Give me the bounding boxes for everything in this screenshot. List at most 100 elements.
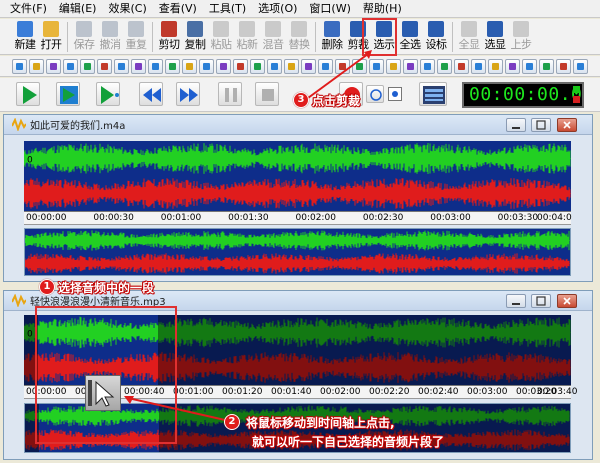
effect-tool-icon[interactable] xyxy=(437,58,452,74)
effect-tool-icon[interactable] xyxy=(420,58,435,74)
effect-tool-icon[interactable] xyxy=(488,58,503,74)
effect-tool-icon[interactable] xyxy=(29,58,44,74)
effect-tool-icon[interactable] xyxy=(556,58,571,74)
toolbar-button[interactable]: 重复 xyxy=(123,19,149,54)
effect-tool-icon[interactable] xyxy=(471,58,486,74)
effect-tool-icon[interactable] xyxy=(114,58,129,74)
toolbar-button-label: 混音 xyxy=(262,38,285,51)
effect-tool-icon[interactable] xyxy=(182,58,197,74)
toolbar-button[interactable]: 全显 xyxy=(456,19,482,54)
menu-item[interactable]: 窗口(W) xyxy=(303,0,356,18)
effect-tool-icon[interactable] xyxy=(63,58,78,74)
effect-tool-icon[interactable] xyxy=(539,58,554,74)
window-title-bar[interactable]: 如此可爱的我们.m4a xyxy=(4,115,592,135)
play-from-cursor-icon xyxy=(101,86,119,104)
timeline-tick-label: 00:00:00 xyxy=(26,213,67,223)
effect-glyph-icon xyxy=(118,62,125,70)
audio-window-1: 如此可爱的我们.m4a 0 00:00:00 00:00:30 00:01:00 00… xyxy=(3,114,593,282)
effect-tool-icon[interactable] xyxy=(165,58,180,74)
menu-item[interactable]: 文件(F) xyxy=(4,0,53,18)
toolbar-button[interactable]: 全选 xyxy=(397,19,423,54)
menu-item[interactable]: 编辑(E) xyxy=(53,0,103,18)
toolbar-button[interactable]: 混音 xyxy=(260,19,286,54)
toolbar-button-label: 粘贴 xyxy=(210,38,233,51)
effect-glyph-icon xyxy=(186,62,193,70)
toolbar-button[interactable]: 设标 xyxy=(423,19,449,54)
effect-tool-icon[interactable] xyxy=(233,58,248,74)
timeline-tick-label: 00:02:00 xyxy=(320,387,361,397)
overview-graph xyxy=(25,229,570,275)
timeline-1[interactable]: 00:00:00 00:00:30 00:01:00 00:01:30 00:02:00… xyxy=(24,211,572,225)
waveform-main-1[interactable]: 0 xyxy=(24,141,571,211)
effect-glyph-icon xyxy=(220,62,227,70)
effect-tool-icon[interactable] xyxy=(199,58,214,74)
menu-item[interactable]: 工具(T) xyxy=(203,0,252,18)
effect-glyph-icon xyxy=(271,62,278,70)
effect-tool-icon[interactable] xyxy=(284,58,299,74)
toolbar-button-label: 新建 xyxy=(14,38,37,51)
effect-glyph-icon xyxy=(441,62,448,70)
toolbar-button[interactable]: 粘贴 xyxy=(208,19,234,54)
toolbar-button[interactable]: 新建 xyxy=(12,19,38,54)
play-button[interactable] xyxy=(16,82,40,106)
maximize-button[interactable] xyxy=(531,294,551,308)
stop-button[interactable] xyxy=(255,82,279,106)
spectrum-view-button[interactable] xyxy=(419,82,447,106)
rewind-button[interactable] xyxy=(139,82,163,106)
effect-glyph-icon xyxy=(254,62,261,70)
effect-tool-icon[interactable] xyxy=(573,58,588,74)
effect-glyph-icon xyxy=(84,62,91,70)
effect-tool-icon[interactable] xyxy=(46,58,61,74)
toolbar-button[interactable]: 保存 xyxy=(71,19,97,54)
toolbar-button[interactable]: 打开 xyxy=(38,19,64,54)
toolbar-button[interactable]: 复制 xyxy=(182,19,208,54)
effect-tool-icon[interactable] xyxy=(80,58,95,74)
toolbar-button[interactable]: 粘新 xyxy=(234,19,260,54)
menu-item[interactable]: 帮助(H) xyxy=(357,0,408,18)
effect-tool-icon[interactable] xyxy=(97,58,112,74)
waveform-overview-1[interactable] xyxy=(24,228,571,276)
effect-tool-icon[interactable] xyxy=(454,58,469,74)
toolbar-button-label: 保存 xyxy=(73,38,96,51)
channel-zero-label: 0 xyxy=(27,330,33,340)
effect-tool-icon[interactable] xyxy=(250,58,265,74)
toolbar-button[interactable]: 选显 xyxy=(482,19,508,54)
effect-glyph-icon xyxy=(560,62,567,70)
effect-glyph-icon xyxy=(50,62,57,70)
close-button[interactable] xyxy=(557,118,577,132)
menu-item[interactable]: 选项(O) xyxy=(252,0,303,18)
effect-tool-icon[interactable] xyxy=(386,58,401,74)
effect-tool-icon[interactable] xyxy=(267,58,282,74)
minimize-icon xyxy=(512,127,520,129)
play-to-end-button[interactable] xyxy=(56,82,80,106)
window-title: 如此可爱的我们.m4a xyxy=(30,121,126,132)
replace-icon xyxy=(291,21,307,37)
play-from-cursor-button[interactable] xyxy=(96,82,120,106)
loop-checkbox[interactable] xyxy=(388,87,402,101)
toolbar-button[interactable]: 撤消 xyxy=(97,19,123,54)
minimize-button[interactable] xyxy=(506,118,526,132)
effect-tool-icon[interactable] xyxy=(148,58,163,74)
effect-tool-icon[interactable] xyxy=(505,58,520,74)
effect-tool-icon[interactable] xyxy=(403,58,418,74)
effect-glyph-icon xyxy=(492,62,499,70)
toolbar-button-label: 全显 xyxy=(458,38,481,51)
effect-tool-icon[interactable] xyxy=(12,58,27,74)
effect-glyph-icon xyxy=(16,62,23,70)
maximize-button[interactable] xyxy=(531,118,551,132)
effect-tool-icon[interactable] xyxy=(216,58,231,74)
menu-item[interactable]: 查看(V) xyxy=(153,0,203,18)
minimize-button[interactable] xyxy=(506,294,526,308)
close-button[interactable] xyxy=(557,294,577,308)
show-all-icon xyxy=(461,21,477,37)
effect-tool-icon[interactable] xyxy=(131,58,146,74)
toolbar-button[interactable]: 上步 xyxy=(508,19,534,54)
toolbar-button[interactable]: 剪切 xyxy=(156,19,182,54)
pause-button[interactable] xyxy=(218,82,242,106)
step-2-text-line2: 就可以听一下自己选择的音频片段了 xyxy=(252,435,445,449)
effect-glyph-icon xyxy=(509,62,516,70)
timeline-tick-label: 00:03:00 xyxy=(430,213,471,223)
effect-tool-icon[interactable] xyxy=(522,58,537,74)
fast-forward-button[interactable] xyxy=(176,82,200,106)
menu-item[interactable]: 效果(C) xyxy=(102,0,152,18)
